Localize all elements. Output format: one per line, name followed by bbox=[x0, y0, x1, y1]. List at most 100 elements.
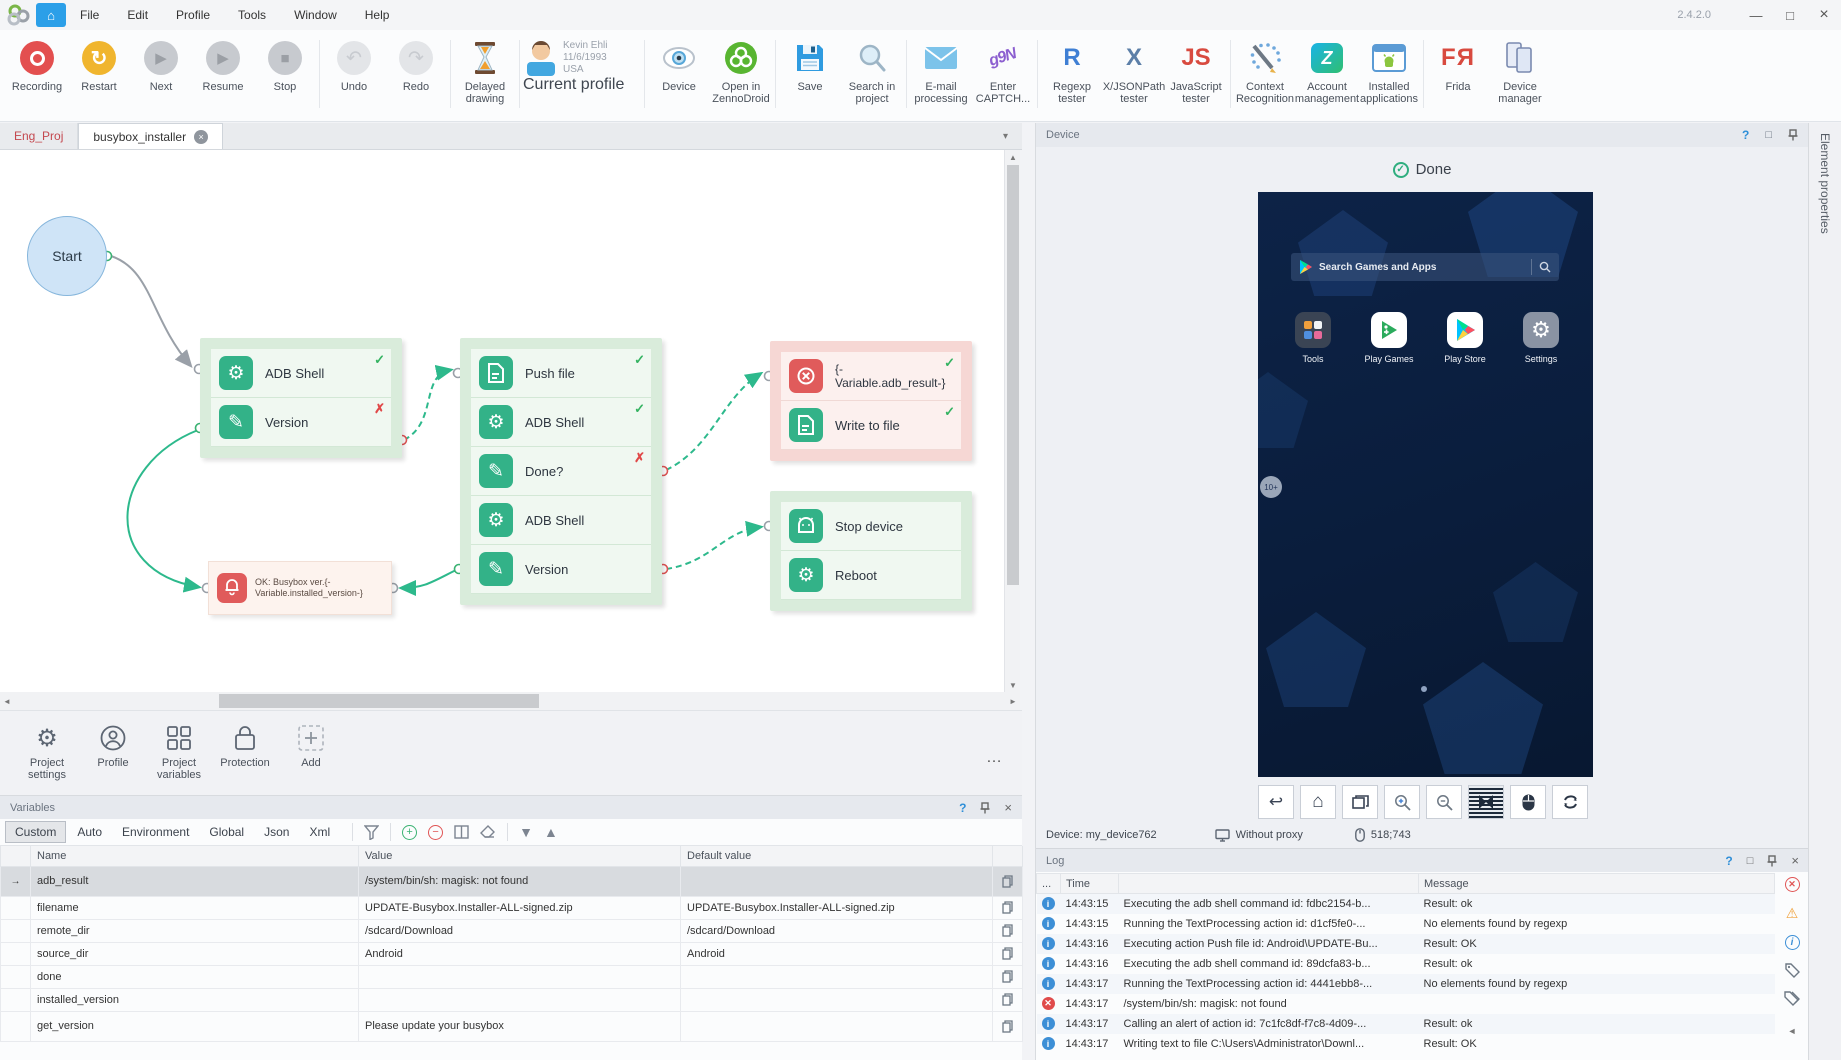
project-variables-button[interactable]: Project variables bbox=[146, 721, 212, 795]
copy-icon[interactable] bbox=[993, 896, 1023, 919]
log-row[interactable]: i 14:43:15Running the TextProcessing act… bbox=[1037, 914, 1775, 934]
flow-group-result-write[interactable]: {-Variable.adb_result-} ✓ Write to file … bbox=[770, 341, 972, 461]
pin-icon[interactable] bbox=[1788, 129, 1798, 141]
column-default[interactable]: Default value bbox=[681, 846, 993, 866]
maximize-panel-icon[interactable]: □ bbox=[1765, 129, 1772, 141]
mouse-mode-button[interactable] bbox=[1510, 785, 1546, 819]
device-manager-button[interactable]: Device manager bbox=[1489, 38, 1551, 105]
flow-node-adb-shell-2[interactable]: ⚙ ADB Shell bbox=[471, 496, 651, 545]
maximize-panel-icon[interactable]: □ bbox=[1747, 855, 1754, 867]
regexp-tester-button[interactable]: R Regexp tester bbox=[1041, 38, 1103, 105]
help-icon[interactable]: ? bbox=[959, 801, 966, 815]
help-icon[interactable]: ? bbox=[1742, 128, 1749, 142]
back-button[interactable]: ↩ bbox=[1258, 785, 1294, 819]
column-name[interactable]: Name bbox=[31, 846, 359, 866]
restart-button[interactable]: ↻ Restart bbox=[68, 38, 130, 93]
scroll-down-icon[interactable]: ▼ bbox=[1005, 678, 1021, 692]
profile-button[interactable]: Profile bbox=[80, 721, 146, 795]
close-icon[interactable]: × bbox=[1004, 800, 1012, 815]
tab-xml[interactable]: Xml bbox=[300, 822, 339, 842]
xjsonpath-tester-button[interactable]: X X/JSONPath tester bbox=[1103, 38, 1165, 105]
flow-node-stop-device[interactable]: Stop device bbox=[781, 502, 961, 551]
tab-eng-proj[interactable]: Eng_Proj bbox=[0, 123, 78, 149]
display-mode-button[interactable] bbox=[1468, 785, 1504, 819]
columns-icon[interactable] bbox=[454, 825, 469, 839]
current-profile-button[interactable]: Kevin Ehli 11/6/1993 USA Current profile bbox=[523, 38, 641, 94]
filter-warnings-icon[interactable]: ⚠ bbox=[1786, 905, 1799, 922]
flow-group-adb-version[interactable]: ⚙ ADB Shell ✓ ✎ Version ✗ bbox=[200, 338, 402, 458]
variable-row-done[interactable]: done bbox=[1, 965, 1023, 988]
close-icon[interactable]: × bbox=[1791, 853, 1799, 868]
vertical-scroll-thumb[interactable] bbox=[1007, 165, 1019, 585]
enter-captcha-button[interactable]: g9N Enter CAPTCH... bbox=[972, 38, 1034, 105]
variable-row-adb-result[interactable]: → adb_result /system/bin/sh: magisk: not… bbox=[1, 866, 1023, 896]
frida-button[interactable]: FЯ Frida bbox=[1427, 38, 1489, 93]
filter-info-icon[interactable]: i bbox=[1785, 935, 1800, 950]
home-button[interactable]: ⌂ bbox=[36, 3, 66, 27]
arrow-down-icon[interactable]: ▼ bbox=[519, 824, 533, 840]
tab-global[interactable]: Global bbox=[200, 822, 253, 842]
pin-icon[interactable] bbox=[1767, 855, 1777, 867]
arrow-up-icon[interactable]: ▲ bbox=[544, 824, 558, 840]
project-settings-button[interactable]: ⚙ Project settings bbox=[14, 721, 80, 795]
tab-environment[interactable]: Environment bbox=[113, 822, 198, 842]
delayed-drawing-button[interactable]: Delayed drawing bbox=[454, 38, 516, 105]
app-settings[interactable]: ⚙ Settings bbox=[1510, 312, 1572, 364]
flow-node-alert[interactable]: OK: Busybox ver.{-Variable.installed_ver… bbox=[208, 561, 392, 615]
variable-row-installed-version[interactable]: installed_version bbox=[1, 988, 1023, 1011]
scroll-up-icon[interactable]: ▲ bbox=[1005, 150, 1021, 164]
log-row[interactable]: i 14:43:15Executing the adb shell comman… bbox=[1037, 894, 1775, 914]
next-button[interactable]: ▶ Next bbox=[130, 38, 192, 93]
flow-node-reboot[interactable]: ⚙ Reboot bbox=[781, 551, 961, 600]
open-in-zennodroid-button[interactable]: Open in ZennoDroid bbox=[710, 38, 772, 105]
resume-button[interactable]: ▶ Resume bbox=[192, 38, 254, 93]
scroll-right-icon[interactable]: ► bbox=[1006, 692, 1020, 710]
menu-tools[interactable]: Tools bbox=[224, 8, 280, 22]
log-column-icon[interactable]: ... bbox=[1037, 874, 1061, 894]
app-play-games[interactable]: Play Games bbox=[1358, 312, 1420, 364]
recording-button[interactable]: Recording bbox=[6, 38, 68, 93]
refresh-button[interactable] bbox=[1552, 785, 1588, 819]
flow-node-adb-shell[interactable]: ⚙ ADB Shell ✓ bbox=[211, 349, 391, 398]
tab-list-dropdown[interactable]: ▾ bbox=[1003, 131, 1008, 142]
remove-variable-icon[interactable]: − bbox=[428, 825, 443, 840]
log-column-message[interactable]: Message bbox=[1419, 874, 1775, 894]
flow-node-version[interactable]: ✎ Version ✗ bbox=[211, 398, 391, 447]
help-icon[interactable]: ? bbox=[1725, 854, 1732, 868]
save-button[interactable]: Save bbox=[779, 38, 841, 93]
search-in-project-button[interactable]: Search in project bbox=[841, 38, 903, 105]
installed-applications-button[interactable]: Installed applications bbox=[1358, 38, 1420, 105]
tab-json[interactable]: Json bbox=[255, 822, 298, 842]
column-value[interactable]: Value bbox=[359, 846, 681, 866]
horizontal-scroll-thumb[interactable] bbox=[219, 694, 539, 708]
pin-icon[interactable] bbox=[980, 802, 990, 814]
copy-icon[interactable] bbox=[993, 988, 1023, 1011]
menu-file[interactable]: File bbox=[66, 8, 113, 22]
email-processing-button[interactable]: E-mail processing bbox=[910, 38, 972, 105]
play-search-bar[interactable]: Search Games and Apps bbox=[1291, 253, 1559, 281]
stop-button[interactable]: ■ Stop bbox=[254, 38, 316, 93]
copy-icon[interactable] bbox=[993, 942, 1023, 965]
log-row-error[interactable]: ✕ 14:43:17/system/bin/sh: magisk: not fo… bbox=[1037, 994, 1775, 1014]
zoom-in-button[interactable] bbox=[1384, 785, 1420, 819]
menu-window[interactable]: Window bbox=[280, 8, 351, 22]
variable-row-filename[interactable]: filename UPDATE-Busybox.Installer-ALL-si… bbox=[1, 896, 1023, 919]
canvas-vertical-scrollbar[interactable]: ▲ ▼ bbox=[1004, 150, 1020, 692]
flow-node-write-to-file[interactable]: Write to file ✓ bbox=[781, 401, 961, 450]
log-row[interactable]: i 14:43:17Calling an alert of action id:… bbox=[1037, 1014, 1775, 1034]
copy-icon[interactable] bbox=[993, 965, 1023, 988]
scroll-left-icon[interactable]: ◄ bbox=[1788, 1026, 1797, 1036]
log-row[interactable]: i 14:43:17Writing text to file C:\Users\… bbox=[1037, 1034, 1775, 1054]
tab-close-icon[interactable]: × bbox=[194, 130, 208, 144]
context-recognition-button[interactable]: Context Recognition bbox=[1234, 38, 1296, 105]
tags-icon[interactable] bbox=[1784, 991, 1800, 1007]
device-screen[interactable]: Search Games and Apps Tools bbox=[1258, 192, 1593, 777]
flow-canvas[interactable]: Start ⚙ ADB Shell ✓ ✎ Version ✗ Push fil… bbox=[0, 150, 1004, 692]
scroll-left-icon[interactable]: ◄ bbox=[0, 692, 14, 710]
notification-badge[interactable]: 10+ bbox=[1260, 476, 1282, 498]
add-variable-icon[interactable]: + bbox=[402, 825, 417, 840]
copy-icon[interactable] bbox=[993, 919, 1023, 942]
flow-node-push-file[interactable]: Push file ✓ bbox=[471, 349, 651, 398]
app-tools[interactable]: Tools bbox=[1282, 312, 1344, 364]
tag-icon[interactable] bbox=[1785, 963, 1800, 978]
